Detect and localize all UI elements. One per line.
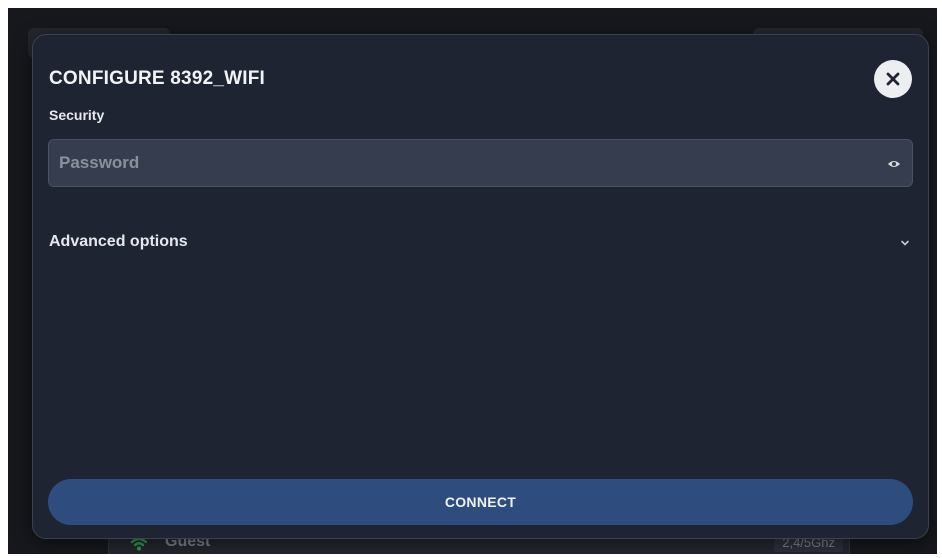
close-icon <box>886 72 900 86</box>
show-password-button[interactable] <box>884 154 904 174</box>
connect-button[interactable]: CONNECT <box>48 479 913 525</box>
dialog-title: CONFIGURE 8392_WIFI <box>49 68 266 89</box>
configure-wifi-dialog: CONFIGURE 8392_WIFI Security Advanced op… <box>32 34 929 539</box>
eye-icon <box>888 161 900 167</box>
advanced-options-toggle[interactable]: Advanced options <box>49 231 913 257</box>
advanced-options-label: Advanced options <box>49 233 188 250</box>
password-input[interactable] <box>49 140 869 186</box>
app-background: Guest 2,4/5Ghz CONFIGURE 8392_WIFI Secur… <box>8 8 937 554</box>
password-field-container <box>48 139 913 187</box>
close-button[interactable] <box>874 60 912 98</box>
security-label: Security <box>49 107 105 123</box>
chevron-down-icon <box>901 240 909 246</box>
